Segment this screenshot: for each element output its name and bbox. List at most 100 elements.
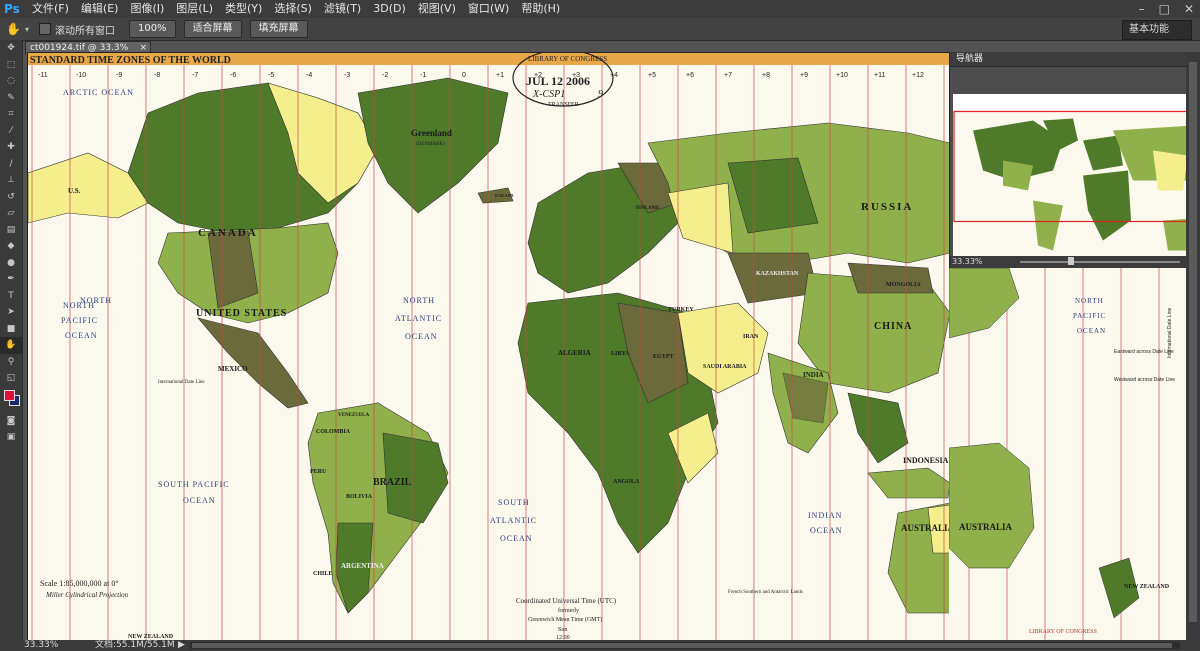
minimize-button[interactable]: – (1139, 0, 1145, 18)
tz-label: 0 (462, 72, 466, 79)
navigator-title: 导航器 (950, 52, 1197, 67)
foreground-color-swatch[interactable] (4, 389, 15, 401)
color-swatches-icon[interactable] (0, 387, 22, 413)
maximize-button[interactable]: □ (1159, 0, 1170, 18)
french-southern-label: French Southern and Antarctic Lands (728, 590, 803, 595)
workspace-switcher[interactable]: 基本功能 (1122, 20, 1192, 40)
quick-mask-icon[interactable]: ◙ (0, 413, 22, 430)
menu-bar: Ps 文件(F) 编辑(E) 图像(I) 图层(L) 类型(Y) 选择(S) 滤… (0, 0, 1200, 18)
tz-label: +4 (610, 72, 618, 79)
status-zoom[interactable]: 33.33% (24, 640, 58, 651)
default-colors-icon[interactable]: ◱ (0, 370, 22, 387)
photoshop-logo-icon[interactable]: Ps (4, 2, 20, 16)
libya-label: LIBYA (611, 351, 630, 357)
screen-mode-icon[interactable]: ▣ (0, 429, 22, 446)
gradient-tool-icon[interactable]: ▤ (0, 222, 22, 239)
world-time-zone-map: STANDARD TIME ZONES OF THE WORLD -11 -10… (28, 53, 950, 641)
blur-tool-icon[interactable]: ◆ (0, 238, 22, 255)
navigator-zoom-knob[interactable] (1068, 257, 1074, 265)
crop-tool-icon[interactable]: ⌗ (0, 106, 22, 123)
tools-panel: ✥ ⬚ ◌ ✎ ⌗ ⁄ ✚ ∕ ⊥ ↺ ▱ ▤ ◆ ● ✒ T ➤ ■ ✋ ⚲ … (0, 40, 23, 640)
north-atlantic-label: NORTH (403, 296, 435, 305)
dodge-tool-icon[interactable]: ● (0, 255, 22, 272)
history-brush-tool-icon[interactable]: ↺ (0, 189, 22, 206)
chile-label: CHILE (313, 571, 332, 577)
navigator-zoom-slider[interactable] (1020, 261, 1180, 263)
fit-screen-button[interactable]: 适合屏幕 (183, 20, 242, 38)
navigator-thumbnail[interactable] (953, 94, 1195, 282)
indian-ocean-label: INDIAN (808, 511, 842, 520)
algeria-label: ALGERIA (558, 349, 591, 357)
move-tool-icon[interactable]: ✥ (0, 40, 22, 57)
lasso-tool-icon[interactable]: ◌ (0, 73, 22, 90)
type-tool-icon[interactable]: T (0, 288, 22, 305)
zoom-100-button[interactable]: 100% (128, 20, 176, 38)
close-button[interactable]: ✕ (1184, 0, 1194, 18)
venezuela-label: VENEZUELA (338, 413, 370, 418)
hand-tool-icon[interactable]: ✋ (6, 22, 21, 36)
menu-type[interactable]: 类型(Y) (219, 0, 268, 18)
greenland-label: Greenland (411, 128, 452, 138)
eyedropper-tool-icon[interactable]: ⁄ (0, 123, 22, 140)
tool-preset-dropdown-icon[interactable]: ▾ (25, 25, 29, 34)
vertical-scrollbar[interactable] (1186, 52, 1200, 640)
path-select-tool-icon[interactable]: ➤ (0, 304, 22, 321)
quick-select-tool-icon[interactable]: ✎ (0, 90, 22, 107)
menu-edit[interactable]: 编辑(E) (75, 0, 125, 18)
menu-image[interactable]: 图像(I) (124, 0, 170, 18)
fill-screen-button[interactable]: 填充屏幕 (249, 20, 308, 38)
menu-help[interactable]: 帮助(H) (515, 0, 566, 18)
scale-label: Scale 1:85,000,000 at 0° (40, 579, 119, 588)
canada-label: CANADA (198, 227, 258, 239)
arctic-ocean-label: ARCTIC OCEAN (63, 88, 134, 97)
status-menu-arrow-icon[interactable]: ▶ (178, 640, 185, 651)
north-pacific-right-label: PACIFIC (1073, 312, 1106, 320)
menu-file[interactable]: 文件(F) (26, 0, 75, 18)
tz-label: -5 (268, 72, 274, 79)
india-label: INDIA (803, 371, 824, 379)
north-pacific-left-label: PACIFIC (61, 316, 98, 325)
menu-layer[interactable]: 图层(L) (170, 0, 219, 18)
pen-tool-icon[interactable]: ✒ (0, 271, 22, 288)
menu-select[interactable]: 选择(S) (268, 0, 318, 18)
map-title: STANDARD TIME ZONES OF THE WORLD (30, 55, 231, 66)
vertical-scroll-thumb[interactable] (1189, 62, 1197, 622)
healing-brush-tool-icon[interactable]: ✚ (0, 139, 22, 156)
horizontal-scrollbar[interactable] (190, 642, 1180, 649)
scroll-all-checkbox[interactable] (38, 23, 51, 35)
mongolia-land (847, 262, 934, 294)
argentina-label: ARGENTINA (341, 562, 384, 570)
scroll-all-label: 滚动所有窗口 (54, 25, 115, 37)
tz-label: -9 (116, 72, 122, 79)
utc-title: Coordinated Universal Time (UTC) (516, 597, 617, 605)
iceland-label: ICELAND (495, 193, 514, 198)
indian-ocean-label: OCEAN (810, 526, 843, 535)
tz-label: -11 (38, 72, 48, 79)
stamp-number: 9 (598, 89, 603, 100)
horizontal-scroll-thumb[interactable] (192, 643, 1172, 648)
south-atlantic-label: ATLANTIC (490, 516, 537, 525)
hand-tool-icon[interactable]: ✋ (0, 337, 22, 354)
brush-tool-icon[interactable]: ∕ (0, 156, 22, 173)
westward-date-line-label: Westward across Date Line (1114, 377, 1175, 383)
window-controls: – □ ✕ (1139, 0, 1194, 18)
tz-label: +10 (836, 72, 848, 79)
clone-stamp-tool-icon[interactable]: ⊥ (0, 172, 22, 189)
menu-3d[interactable]: 3D(D) (367, 0, 412, 18)
menu-window[interactable]: 窗口(W) (462, 0, 515, 18)
navigator-zoom-value[interactable]: 33.33% (952, 256, 983, 268)
marquee-tool-icon[interactable]: ⬚ (0, 57, 22, 74)
document-canvas[interactable]: STANDARD TIME ZONES OF THE WORLD -11 -10… (27, 52, 951, 642)
menu-filter[interactable]: 滤镜(T) (318, 0, 367, 18)
map-right-area: NORTH PACIFIC OCEAN Eastward across Date… (949, 268, 1175, 640)
menu-view[interactable]: 视图(V) (412, 0, 462, 18)
tz-label: +6 (686, 72, 694, 79)
library-stamp-bottom: LIBRARY OF CONGRESS (1029, 629, 1097, 635)
eraser-tool-icon[interactable]: ▱ (0, 205, 22, 222)
rectangle-tool-icon[interactable]: ■ (0, 321, 22, 338)
australia-label: AUSTRALIA (901, 523, 950, 533)
kazakhstan-label: KAZAKHSTAN (756, 271, 799, 277)
zoom-tool-icon[interactable]: ⚲ (0, 354, 22, 371)
south-pacific-label: OCEAN (183, 496, 216, 505)
north-pacific-right-label: NORTH (80, 296, 112, 305)
